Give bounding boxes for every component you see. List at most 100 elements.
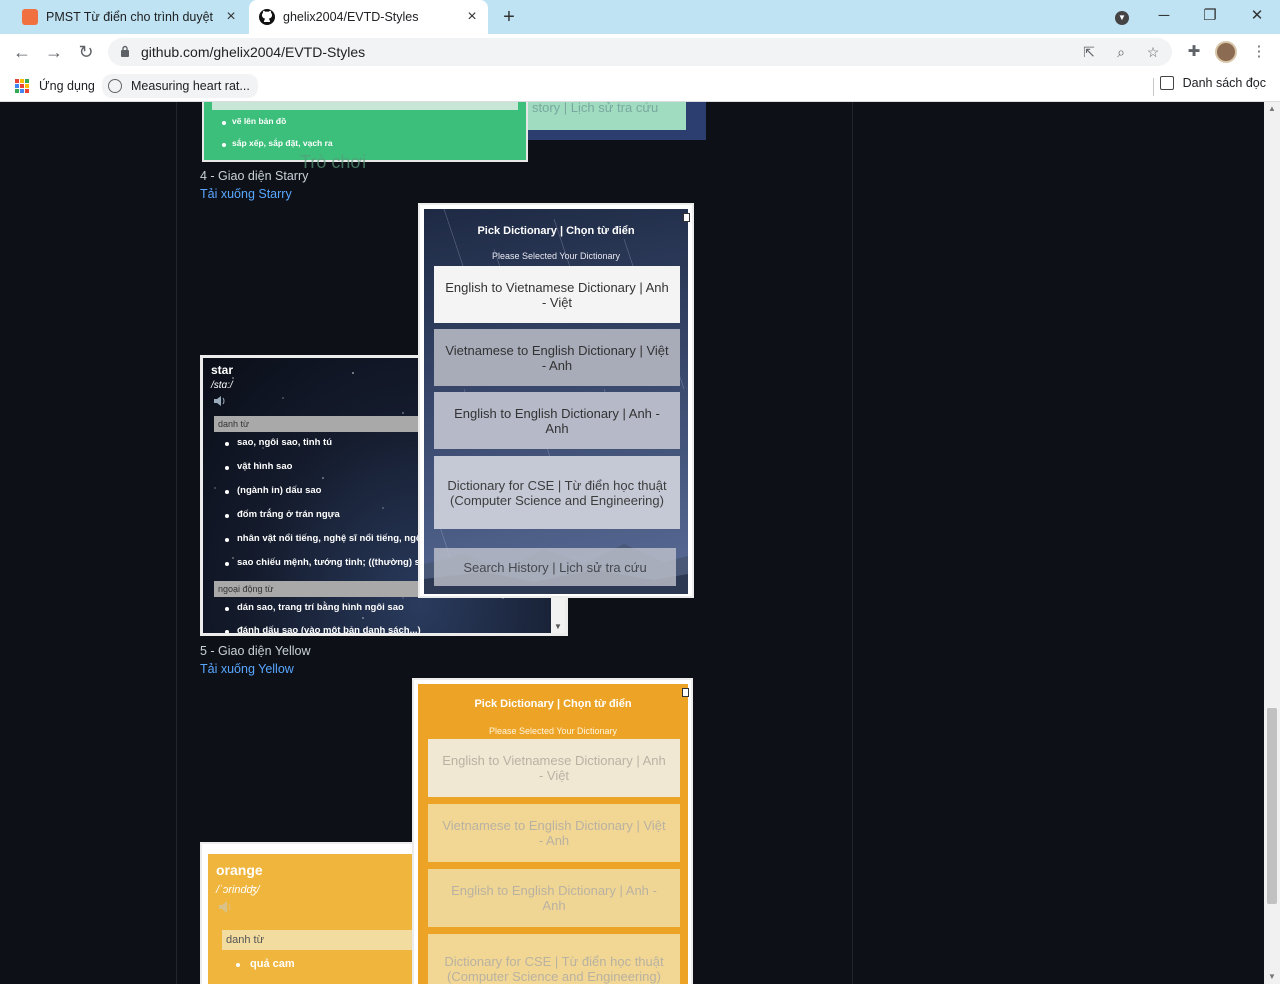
bullet [225,607,229,611]
dictionary-option-en-en[interactable]: English to English Dictionary | Anh - An… [434,392,680,449]
meaning-item: vật hình sao [237,461,293,472]
dictionary-option-vi-en[interactable]: Vietnamese to English Dictionary | Việt … [434,329,680,386]
meaning-item: sao chiếu mệnh, tướng tinh; ((thường) số [237,557,426,568]
green-pick-preview: story | Lịch sử tra cứu [520,102,706,140]
pick-subtitle: Please Selected Your Dictionary [488,726,618,736]
lock-icon [121,45,129,57]
dictionary-option-vi-en[interactable]: Vietnamese to English Dictionary | Việt … [428,804,680,862]
tab-title: ghelix2004/EVTD-Styles [283,10,419,24]
speaker-icon[interactable] [213,395,227,407]
zoom-icon[interactable]: ⌕ [1112,43,1130,61]
github-icon [259,9,275,25]
reading-list-icon [1159,76,1174,90]
meaning-item: sao, ngôi sao, tinh tú [237,437,332,448]
tab-pmst[interactable]: PMST Từ điển cho trình duyệt × [8,0,247,34]
open-in-app-icon[interactable]: ⇱ [1080,43,1098,61]
meaning-item: dán sao, trang trí bằng hình ngôi sao [237,602,404,613]
word-title: orange [216,862,263,878]
tab-strip: PMST Từ điển cho trình duyệt × ghelix200… [0,0,1280,34]
word-panel: orange /ˈɔrindʤ/ danh từ quả cam [208,854,416,984]
part-of-speech: danh từ [214,416,426,432]
new-tab-button[interactable]: + [498,6,520,28]
tab-search-icon[interactable]: ▼ [1110,5,1134,27]
bullet [236,963,240,967]
scrollbar-thumb[interactable] [1267,708,1277,904]
download-starry-link[interactable]: Tải xuống Starry [200,187,292,201]
reading-list-button[interactable]: Danh sách đọc [1159,76,1266,90]
close-window-icon[interactable]: ✕ [1245,5,1269,27]
bullet [222,143,226,147]
yellow-pick-preview: Pick Dictionary | Chọn từ điển Please Se… [412,678,693,984]
page-scrollbar[interactable]: ▲ ▼ [1264,102,1280,984]
reading-list-label: Danh sách đọc [1182,76,1266,90]
bookmarks-bar: Ứng dụng Measuring heart rat... Danh sác… [0,70,1280,102]
forward-icon[interactable]: → [42,40,66,64]
meaning-item: đốm trắng ở trán ngựa [237,509,340,520]
back-icon[interactable]: ← [10,40,34,64]
meaning-item: vẽ lên bản đồ [232,116,287,126]
pmst-favicon-icon [22,9,38,25]
part-of-speech: ngoại động từ [214,581,426,597]
bullet [225,630,229,633]
dictionary-option-cse[interactable]: Dictionary for CSE | Từ điển học thuật (… [428,934,680,984]
profile-avatar[interactable] [1215,41,1237,63]
divider [176,102,177,984]
green-word-preview: vẽ lên bản đồ sắp xếp, sắp đặt, vạch ra … [202,102,528,172]
dictionary-option-en-vi[interactable]: English to Vietnamese Dictionary | Anh -… [428,739,680,797]
scroll-down-icon[interactable]: ▼ [553,622,563,631]
address-bar[interactable]: github.com/ghelix2004/EVTD-Styles ⇱ ⌕ ☆ [108,38,1172,66]
close-icon[interactable]: × [223,9,239,25]
extensions-icon[interactable]: ✚ [1184,42,1204,62]
github-page: story | Lịch sử tra cứu vẽ lên bản đồ sắ… [0,102,1264,984]
bullet [225,562,229,566]
pos-bar [212,102,518,110]
tab-github[interactable]: ghelix2004/EVTD-Styles × [249,0,488,34]
reload-icon[interactable]: ↻ [74,40,98,64]
divider [852,102,853,984]
url-text[interactable]: github.com/ghelix2004/EVTD-Styles [141,44,365,60]
history-text: story | Lịch sử tra cứu [526,102,686,130]
apps-grid-icon [15,79,29,93]
bullet [225,490,229,494]
scroll-up-icon[interactable]: ▲ [1267,104,1277,114]
scroll-down-icon[interactable]: ▼ [1267,972,1277,982]
globe-icon [108,79,122,93]
section-heading-starry: 4 - Giao diện Starry [200,169,309,183]
download-yellow-link[interactable]: Tải xuống Yellow [200,662,294,676]
bullet [225,466,229,470]
bookmark-star-icon[interactable]: ☆ [1144,43,1162,61]
meaning-item: (ngành in) dấu sao [237,485,322,496]
meaning-item: đánh dấu sao (vào một bản danh sách...) [237,625,421,636]
meaning-item: nhân vật nổi tiếng, nghệ sĩ nổi tiếng, n… [237,533,422,544]
speaker-icon[interactable] [218,900,234,914]
browser-toolbar: ← → ↻ github.com/ghelix2004/EVTD-Styles … [0,34,1280,70]
dictionary-option-cse[interactable]: Dictionary for CSE | Từ điển học thuật (… [434,456,680,529]
divider [1153,78,1154,96]
bookmark-label: Ứng dụng [39,79,95,93]
pronunciation: /stɑ:/ [211,380,233,391]
part-of-speech: danh từ [222,930,416,950]
bookmark-label: Measuring heart rat... [131,79,250,93]
bullet [225,514,229,518]
menu-icon[interactable]: ⋮ [1249,42,1269,62]
section-heading-yellow: 5 - Giao diện Yellow [200,644,311,658]
bookmark-apps[interactable]: Ứng dụng [15,76,95,96]
pick-panel: Pick Dictionary | Chọn từ điển Please Se… [424,209,688,594]
dictionary-option-en-vi[interactable]: English to Vietnamese Dictionary | Anh -… [434,266,680,323]
restore-icon[interactable]: ❐ [1198,5,1222,27]
pick-panel: Pick Dictionary | Chọn từ điển Please Se… [418,684,688,984]
meaning-item: quả cam [250,958,295,970]
minimize-icon[interactable]: ─ [1152,5,1176,27]
bullet [225,538,229,542]
window-icon [682,688,689,697]
bullet [225,442,229,446]
close-icon[interactable]: × [464,9,480,25]
bullet [222,121,226,125]
starry-pick-preview: Pick Dictionary | Chọn từ điển Please Se… [418,203,694,598]
search-history-button[interactable]: Search History | Lịch sử tra cứu [434,548,676,586]
bookmark-heart-rate[interactable]: Measuring heart rat... [102,74,258,98]
meaning-item: sắp xếp, sắp đặt, vạch ra [232,138,333,148]
yellow-word-preview: orange /ˈɔrindʤ/ danh từ quả cam [200,842,416,984]
faded-text: Trò chơi [300,152,367,172]
dictionary-option-en-en[interactable]: English to English Dictionary | Anh - An… [428,869,680,927]
